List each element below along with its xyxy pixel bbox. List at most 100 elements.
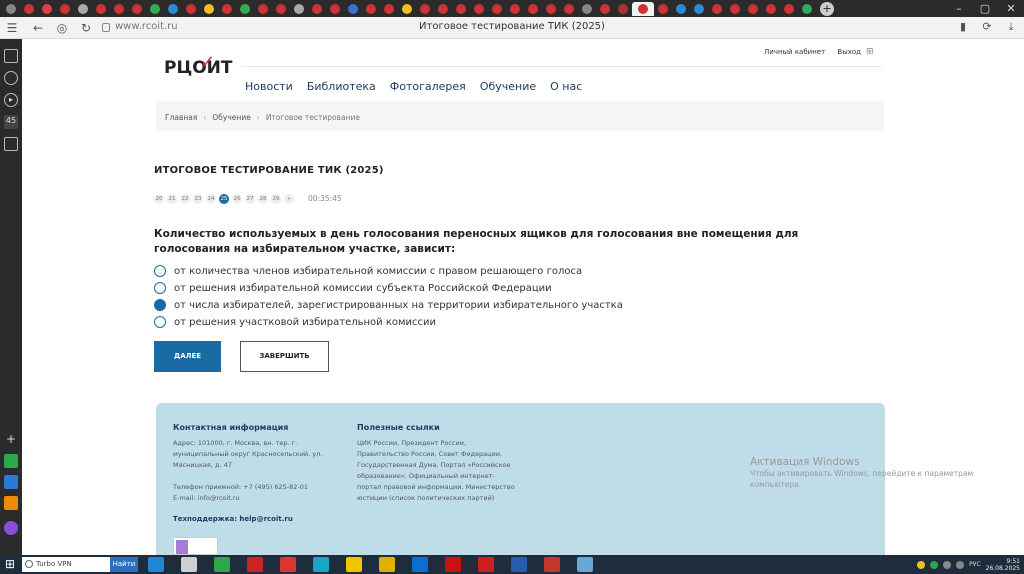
taskbar-app-icon[interactable] bbox=[313, 557, 329, 572]
nav-gallery[interactable]: Фотогалерея bbox=[390, 80, 466, 93]
browser-tab[interactable] bbox=[542, 2, 560, 16]
tray-icon[interactable] bbox=[917, 560, 926, 569]
alice-icon[interactable] bbox=[4, 521, 18, 535]
search-button[interactable]: Найти bbox=[110, 557, 138, 572]
screenshot-icon[interactable] bbox=[4, 137, 18, 151]
question-number[interactable]: 25 bbox=[219, 194, 229, 204]
browser-tab[interactable] bbox=[726, 2, 744, 16]
browser-tab[interactable] bbox=[56, 2, 74, 16]
vk-icon[interactable] bbox=[4, 475, 18, 489]
taskbar-app-icon[interactable] bbox=[511, 557, 527, 572]
browser-tab[interactable] bbox=[254, 2, 272, 16]
history-icon[interactable] bbox=[4, 71, 18, 85]
browser-tab[interactable] bbox=[344, 2, 362, 16]
browser-tab[interactable] bbox=[182, 2, 200, 16]
play-icon[interactable]: ▸ bbox=[4, 93, 18, 107]
taskbar-app-icon[interactable] bbox=[214, 557, 230, 572]
browser-tab[interactable] bbox=[690, 2, 708, 16]
taskbar-app-icon[interactable] bbox=[280, 557, 296, 572]
network-icon[interactable] bbox=[943, 560, 952, 569]
browser-tab[interactable] bbox=[38, 2, 56, 16]
option-2[interactable]: от решения избирательной комиссии субъек… bbox=[154, 282, 552, 294]
radio-button[interactable] bbox=[154, 282, 166, 294]
browser-tab[interactable] bbox=[200, 2, 218, 16]
browser-tab[interactable] bbox=[146, 2, 164, 16]
taskbar-app-icon[interactable] bbox=[379, 557, 395, 572]
taskbar-app-icon[interactable] bbox=[247, 557, 263, 572]
option-4[interactable]: от решения участковой избирательной коми… bbox=[154, 316, 436, 328]
add-icon[interactable]: + bbox=[4, 432, 18, 446]
browser-tab[interactable] bbox=[452, 2, 470, 16]
badge-icon[interactable]: 45 bbox=[4, 115, 18, 129]
question-number[interactable]: 27 bbox=[245, 194, 255, 204]
nav-news[interactable]: Новости bbox=[245, 80, 293, 93]
browser-tab[interactable] bbox=[128, 2, 146, 16]
browser-tab[interactable] bbox=[398, 2, 416, 16]
question-number[interactable]: 26 bbox=[232, 194, 242, 204]
browser-tab[interactable] bbox=[92, 2, 110, 16]
support-email[interactable]: Техподдержка: help@rcoit.ru bbox=[173, 515, 293, 523]
browser-tab[interactable] bbox=[308, 2, 326, 16]
ok-icon[interactable] bbox=[4, 496, 18, 510]
download-icon[interactable]: ⤓ bbox=[1004, 20, 1018, 34]
radio-button[interactable] bbox=[154, 265, 166, 277]
option-1[interactable]: от количества членов избирательной комис… bbox=[154, 265, 582, 277]
browser-tab[interactable] bbox=[708, 2, 726, 16]
browser-tab[interactable] bbox=[110, 2, 128, 16]
browser-tab[interactable] bbox=[632, 1, 654, 16]
browser-tab[interactable] bbox=[236, 2, 254, 16]
browser-tab[interactable] bbox=[362, 2, 380, 16]
browser-tab[interactable] bbox=[560, 2, 578, 16]
browser-tab[interactable] bbox=[434, 2, 452, 16]
browser-tab[interactable] bbox=[416, 2, 434, 16]
browser-tab[interactable] bbox=[218, 2, 236, 16]
question-number[interactable]: 22 bbox=[180, 194, 190, 204]
browser-tab[interactable] bbox=[596, 2, 614, 16]
browser-tab[interactable] bbox=[164, 2, 182, 16]
browser-tab[interactable] bbox=[488, 2, 506, 16]
language-indicator[interactable]: РУС bbox=[969, 561, 980, 568]
tray-icon[interactable] bbox=[930, 560, 939, 569]
taskbar-app-icon[interactable] bbox=[346, 557, 362, 572]
question-number[interactable]: » bbox=[284, 194, 294, 204]
logout-link[interactable]: Выход bbox=[837, 48, 861, 56]
finish-button[interactable]: ЗАВЕРШИТЬ bbox=[240, 341, 329, 372]
taskbar-app-icon[interactable] bbox=[148, 557, 164, 572]
sitemap-icon[interactable]: ⊞ bbox=[866, 47, 874, 57]
windows-start-icon[interactable]: ⊞ bbox=[2, 557, 18, 572]
taskbar-app-icon[interactable] bbox=[544, 557, 560, 572]
browser-tab[interactable] bbox=[654, 2, 672, 16]
taskbar-app-icon[interactable] bbox=[478, 557, 494, 572]
bookmark-icon[interactable]: ▮ bbox=[956, 20, 970, 34]
browser-tab[interactable] bbox=[798, 2, 816, 16]
browser-tab[interactable] bbox=[326, 2, 344, 16]
maximize-icon[interactable]: ▢ bbox=[972, 0, 998, 17]
browser-tab[interactable] bbox=[744, 2, 762, 16]
refresh-icon[interactable]: ⟳ bbox=[980, 20, 994, 34]
close-icon[interactable]: ✕ bbox=[998, 0, 1024, 17]
new-tab-icon[interactable]: + bbox=[820, 1, 834, 16]
browser-tab[interactable] bbox=[20, 2, 38, 16]
browser-tab[interactable] bbox=[290, 2, 308, 16]
taskbar-app-icon[interactable] bbox=[577, 557, 593, 572]
browser-tab[interactable] bbox=[272, 2, 290, 16]
question-number[interactable]: 21 bbox=[167, 194, 177, 204]
radio-button[interactable] bbox=[154, 299, 166, 311]
question-number[interactable]: 29 bbox=[271, 194, 281, 204]
browser-tab[interactable] bbox=[762, 2, 780, 16]
taskbar-search-input[interactable]: Turbo VPN bbox=[22, 557, 110, 572]
panel-icon[interactable] bbox=[4, 49, 18, 63]
browser-tab[interactable] bbox=[780, 2, 798, 16]
browser-tab[interactable] bbox=[614, 2, 632, 16]
browser-tab[interactable] bbox=[380, 2, 398, 16]
option-3[interactable]: от числа избирателей, зарегистрированных… bbox=[154, 299, 623, 311]
question-number[interactable]: 23 bbox=[193, 194, 203, 204]
browser-tab[interactable] bbox=[470, 2, 488, 16]
browser-tab[interactable] bbox=[578, 2, 596, 16]
question-number[interactable]: 24 bbox=[206, 194, 216, 204]
next-button[interactable]: ДАЛЕЕ bbox=[154, 341, 221, 372]
question-number[interactable]: 28 bbox=[258, 194, 268, 204]
app-icon[interactable] bbox=[4, 454, 18, 468]
counter-badge[interactable] bbox=[173, 537, 218, 555]
taskbar-app-icon[interactable] bbox=[445, 557, 461, 572]
